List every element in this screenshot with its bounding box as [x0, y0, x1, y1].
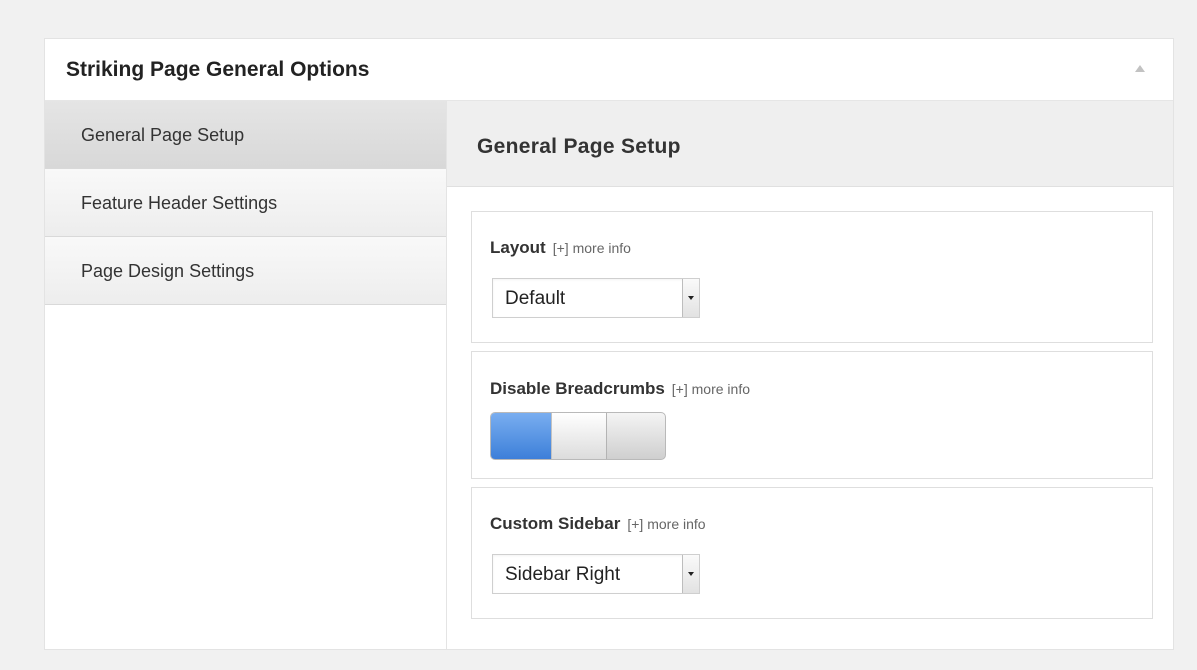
- custom-sidebar-option: Custom Sidebar [+] more info Sidebar Righ…: [471, 487, 1153, 619]
- breadcrumbs-toggle[interactable]: [490, 412, 666, 460]
- metabox-header: Striking Page General Options: [45, 39, 1173, 101]
- custom-sidebar-select[interactable]: Sidebar Right: [492, 554, 700, 594]
- toggle-on-track: [491, 413, 551, 459]
- tab-label: Page Design Settings: [81, 261, 255, 281]
- chevron-down-icon: [682, 279, 699, 317]
- options-metabox: Striking Page General Options General Pa…: [44, 38, 1174, 650]
- settings-panel: General Page Setup Layout [+] more info D…: [447, 101, 1173, 649]
- layout-option: Layout [+] more info Default: [471, 211, 1153, 343]
- tab-feature-header-settings[interactable]: Feature Header Settings: [45, 169, 446, 237]
- breadcrumbs-more-info-link[interactable]: [+] more info: [672, 381, 750, 397]
- panel-title: General Page Setup: [477, 135, 681, 158]
- metabox-title: Striking Page General Options: [66, 58, 370, 81]
- custom-sidebar-select-value: Sidebar Right: [505, 564, 621, 585]
- breadcrumbs-label: Disable Breadcrumbs [+] more info: [490, 379, 750, 399]
- layout-more-info-link[interactable]: [+] more info: [553, 240, 631, 256]
- chevron-down-icon: [682, 555, 699, 593]
- tab-general-page-setup[interactable]: General Page Setup: [45, 101, 446, 169]
- triangle-up-icon[interactable]: [1135, 65, 1145, 72]
- breadcrumbs-option: Disable Breadcrumbs [+] more info: [471, 351, 1153, 479]
- layout-select-value: Default: [505, 288, 566, 309]
- options-tabs-sidebar: General Page Setup Feature Header Settin…: [45, 101, 447, 649]
- custom-sidebar-label-text: Custom Sidebar: [490, 514, 621, 533]
- tab-label: General Page Setup: [81, 125, 245, 145]
- layout-label-text: Layout: [490, 238, 546, 257]
- custom-sidebar-more-info-link[interactable]: [+] more info: [627, 516, 705, 532]
- panel-header: General Page Setup: [447, 101, 1173, 187]
- tab-page-design-settings[interactable]: Page Design Settings: [45, 237, 446, 305]
- toggle-knob[interactable]: [551, 413, 607, 459]
- breadcrumbs-label-text: Disable Breadcrumbs: [490, 379, 665, 398]
- custom-sidebar-label: Custom Sidebar [+] more info: [490, 514, 706, 534]
- layout-select[interactable]: Default: [492, 278, 700, 318]
- layout-label: Layout [+] more info: [490, 238, 631, 258]
- tab-label: Feature Header Settings: [81, 193, 278, 213]
